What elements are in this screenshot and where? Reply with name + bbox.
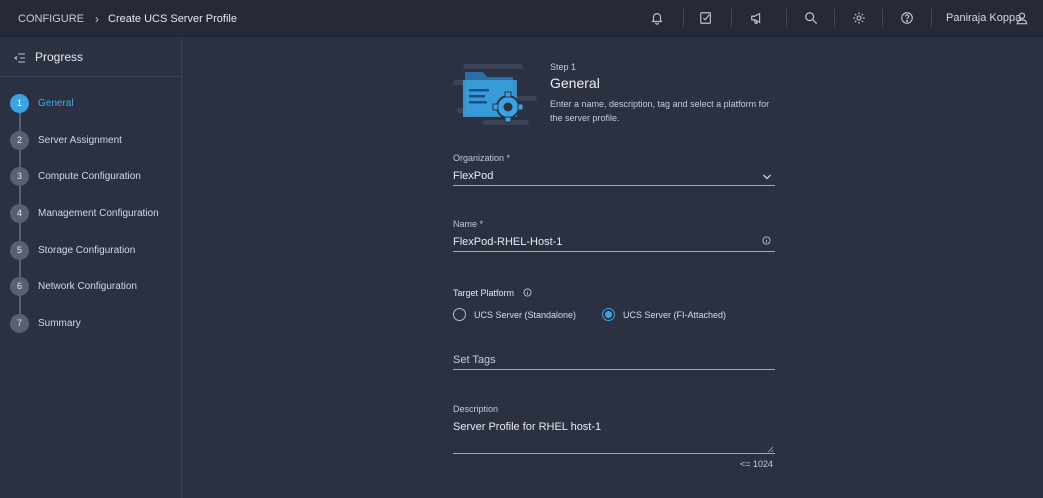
info-icon[interactable] <box>762 236 771 245</box>
step-number: 4 <box>10 203 29 223</box>
progress-header: Progress <box>0 38 182 77</box>
step-label: Network Configuration <box>38 280 137 292</box>
radio-standalone[interactable]: UCS Server (Standalone) <box>453 308 576 321</box>
tags-underline <box>453 369 775 370</box>
step-management-configuration[interactable]: 4 Management Configuration <box>10 203 159 223</box>
user-icon[interactable] <box>1015 11 1029 25</box>
chevron-right-icon: › <box>95 12 99 26</box>
server-profile-illustration-icon <box>453 64 537 125</box>
step-summary[interactable]: 7 Summary <box>10 313 81 333</box>
step-number: 2 <box>10 130 29 150</box>
main-content: Step 1 General Enter a name, description… <box>183 38 1043 498</box>
target-platform-label: Target Platform <box>453 288 515 298</box>
step-number: 3 <box>10 166 29 186</box>
step-number: 7 <box>10 313 29 333</box>
step-number: 6 <box>10 276 29 296</box>
chevron-down-icon[interactable] <box>762 173 772 181</box>
name-field[interactable]: FlexPod-RHEL-Host-1 <box>453 236 562 248</box>
organization-select[interactable]: FlexPod <box>453 170 493 182</box>
step-title: General <box>550 75 600 91</box>
top-bar: CONFIGURE › Create UCS Server Profile Pa… <box>0 0 1043 37</box>
radio-selected-dot <box>605 311 612 318</box>
step-label: Server Assignment <box>38 134 122 146</box>
description-textarea[interactable]: Server Profile for RHEL host-1 <box>453 421 601 433</box>
organization-label: Organization * <box>453 153 511 163</box>
step-description: Enter a name, description, tag and selec… <box>550 99 770 123</box>
page-title: Create UCS Server Profile <box>108 13 237 25</box>
radio-fi-attached[interactable]: UCS Server (FI-Attached) <box>602 308 726 321</box>
task-check-icon[interactable] <box>698 10 714 26</box>
character-counter: <= 1024 <box>740 459 774 469</box>
toolbar-divider <box>931 9 932 27</box>
name-underline <box>453 251 775 252</box>
help-icon[interactable] <box>899 10 915 26</box>
step-label: Compute Configuration <box>38 170 141 182</box>
radio-circle[interactable] <box>602 308 615 321</box>
step-number: 1 <box>10 93 29 113</box>
step-server-assignment[interactable]: 2 Server Assignment <box>10 130 122 150</box>
step-label: Storage Configuration <box>38 244 136 256</box>
user-name[interactable]: Paniraja Koppa <box>946 12 1021 24</box>
radio-circle[interactable] <box>453 308 466 321</box>
name-label: Name * <box>453 219 484 229</box>
toolbar-divider <box>731 9 732 27</box>
breadcrumb-configure[interactable]: CONFIGURE <box>18 13 84 25</box>
progress-sidebar: Progress 1 General 2 Server Assignment 3… <box>0 38 182 498</box>
step-number: 5 <box>10 240 29 260</box>
bell-icon[interactable] <box>649 10 665 26</box>
toolbar-divider <box>882 9 883 27</box>
step-label: Management Configuration <box>38 207 159 219</box>
toolbar-divider <box>834 9 835 27</box>
toolbar-divider <box>786 9 787 27</box>
toolbar-divider <box>683 9 684 27</box>
step-label: Summary <box>38 317 81 329</box>
step-label: General <box>38 97 74 109</box>
organization-underline <box>453 185 775 186</box>
resize-handle-icon[interactable] <box>767 446 774 453</box>
description-underline <box>453 453 775 454</box>
set-tags-input[interactable]: Set Tags <box>453 354 496 366</box>
description-label: Description <box>453 404 499 414</box>
breadcrumb: CONFIGURE › Create UCS Server Profile <box>18 12 237 26</box>
step-compute-configuration[interactable]: 3 Compute Configuration <box>10 166 141 186</box>
megaphone-icon[interactable] <box>749 10 765 26</box>
step-storage-configuration[interactable]: 5 Storage Configuration <box>10 240 135 260</box>
progress-title: Progress <box>35 50 84 64</box>
info-icon[interactable] <box>523 288 532 297</box>
search-icon[interactable] <box>803 10 819 26</box>
radio-label: UCS Server (FI-Attached) <box>623 309 727 320</box>
step-network-configuration[interactable]: 6 Network Configuration <box>10 276 137 296</box>
radio-label: UCS Server (Standalone) <box>474 309 577 320</box>
step-number-label: Step 1 <box>550 62 577 72</box>
gear-icon[interactable] <box>851 10 867 26</box>
collapse-menu-icon[interactable] <box>14 52 26 64</box>
step-general[interactable]: 1 General <box>10 93 74 113</box>
